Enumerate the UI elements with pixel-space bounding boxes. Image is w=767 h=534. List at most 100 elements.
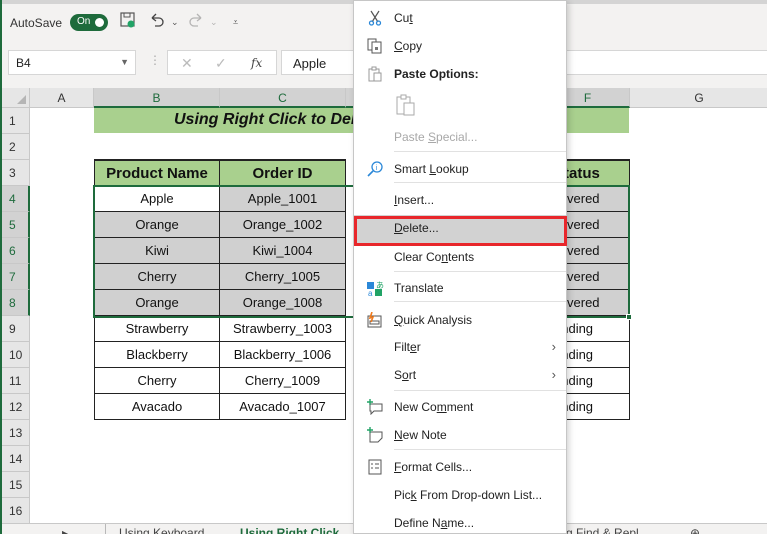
menu-accelerator-key: o	[402, 368, 409, 382]
row-header-12[interactable]: 12	[2, 394, 30, 420]
cell-product[interactable]: Orange	[94, 212, 220, 238]
header-product-name[interactable]: Product Name	[94, 159, 220, 186]
quick-analysis-icon	[366, 311, 384, 330]
row-header-6[interactable]: 6	[2, 238, 30, 264]
cell-order-id[interactable]: Cherry_1009	[220, 368, 346, 394]
cell-product[interactable]: Cherry	[94, 368, 220, 394]
insert-function-icon[interactable]: fx	[251, 56, 262, 70]
row-header-14[interactable]: 14	[2, 446, 30, 472]
menu-separator	[394, 390, 566, 391]
menu-accelerator-key: t	[409, 11, 413, 25]
menu-item-paste-options[interactable]: Paste Options:	[354, 61, 566, 89]
menu-label-text: ment	[446, 400, 474, 414]
redo-icon[interactable]	[188, 12, 204, 32]
undo-dropdown-icon[interactable]: ⌄	[171, 17, 179, 28]
column-header-g[interactable]: G	[630, 88, 767, 108]
menu-item-quick-analysis[interactable]: Quick Analysis	[354, 307, 566, 335]
cell-product[interactable]: Kiwi	[94, 238, 220, 264]
undo-icon[interactable]	[149, 12, 165, 32]
name-box-dropdown-icon[interactable]: ▼	[120, 57, 129, 67]
menu-item-copy[interactable]: Copy	[354, 33, 566, 61]
menu-item-smart-lookup[interactable]: i Smart Lookup	[354, 156, 566, 184]
redo-dropdown-icon[interactable]: ⌄	[210, 17, 218, 28]
cell-product[interactable]: Avacado	[94, 394, 220, 420]
formula-buttons: ✕ ✓ fx	[167, 50, 277, 75]
svg-text:i: i	[376, 165, 378, 172]
sheet-tab-using-keyboard[interactable]: Using Keyboard	[119, 526, 204, 534]
add-sheet-icon[interactable]: ⊕	[690, 526, 700, 534]
row-header-7[interactable]: 7	[2, 264, 30, 290]
sheet-tab-using-right-click[interactable]: Using Right Click	[240, 526, 339, 534]
row-header-11[interactable]: 11	[2, 368, 30, 394]
menu-item-sort[interactable]: Sort ›	[354, 362, 566, 390]
menu-accelerator-key: m	[436, 400, 447, 414]
menu-item-new-note[interactable]: New Note	[354, 422, 566, 450]
column-header-c[interactable]: C	[220, 88, 346, 108]
menu-item-label: Cut	[394, 11, 413, 25]
column-header-a[interactable]: A	[30, 88, 94, 108]
menu-label-text: me...	[447, 516, 475, 530]
cell-order-id[interactable]: Orange_1008	[220, 290, 346, 316]
row-header-1[interactable]: 1	[2, 108, 30, 134]
cell-product[interactable]: Strawberry	[94, 316, 220, 342]
menu-label-text: ormat Cells...	[401, 460, 473, 474]
menu-item-label: Clear Contents	[394, 250, 474, 264]
menu-label-text: nsert...	[397, 193, 435, 207]
menu-item-define-name[interactable]: Define Name...	[354, 510, 566, 534]
menu-label-text: S	[394, 368, 403, 382]
cell-product[interactable]: Cherry	[94, 264, 220, 290]
menu-item-filter[interactable]: Filter ›	[354, 334, 566, 362]
select-all-button[interactable]	[2, 88, 30, 108]
splitter-handle[interactable]: ⋮	[149, 53, 161, 67]
menu-label-text: Clear Co	[394, 250, 442, 264]
row-header-9[interactable]: 9	[2, 316, 30, 342]
menu-label-text: elete...	[402, 221, 439, 235]
save-icon[interactable]	[120, 12, 136, 32]
menu-item-new-comment[interactable]: New Comment	[354, 394, 566, 422]
row-header-3[interactable]: 3	[2, 160, 30, 186]
paste-button[interactable]	[354, 89, 566, 123]
cell-order-id[interactable]: Kiwi_1004	[220, 238, 346, 264]
menu-item-clear-contents[interactable]: Clear Contents	[354, 244, 566, 272]
menu-item-cut[interactable]: Cut	[354, 5, 566, 33]
fill-handle[interactable]	[626, 314, 632, 320]
excel-window: AutoSave On ⌄ ⌄ ⩡ B4 ▼ ⋮ ✕ ✓ fx Apple A …	[0, 0, 767, 534]
cell-product[interactable]: Orange	[94, 290, 220, 316]
row-header-8[interactable]: 8	[2, 290, 30, 316]
menu-accelerator-key: Q	[394, 313, 404, 327]
cancel-icon[interactable]: ✕	[181, 55, 193, 72]
toggle-knob	[95, 18, 104, 27]
enter-icon[interactable]: ✓	[215, 55, 227, 72]
select-all-icon	[17, 95, 26, 104]
cell-order-id[interactable]: Avacado_1007	[220, 394, 346, 420]
autosave-toggle[interactable]: On	[70, 14, 108, 31]
row-header-10[interactable]: 10	[2, 342, 30, 368]
cell-order-id[interactable]: Strawberry_1003	[220, 316, 346, 342]
row-header-16[interactable]: 16	[2, 498, 30, 524]
submenu-chevron-icon: ›	[551, 367, 556, 382]
formula-value: Apple	[293, 56, 327, 71]
column-header-b[interactable]: B	[94, 88, 220, 108]
tab-scroll-next-icon[interactable]: ▸	[62, 526, 68, 534]
menu-item-label: Translate	[394, 281, 444, 295]
customize-qat-icon[interactable]: ⩡	[233, 17, 238, 28]
cell-order-id[interactable]: Apple_1001	[220, 186, 346, 212]
row-header-5[interactable]: 5	[2, 212, 30, 238]
cell-order-id[interactable]: Orange_1002	[220, 212, 346, 238]
menu-item-pick-from-drop-down-list[interactable]: Pick From Drop-down List...	[354, 482, 566, 510]
row-header-15[interactable]: 15	[2, 472, 30, 498]
menu-item-insert[interactable]: Insert...	[354, 187, 566, 215]
header-order-id[interactable]: Order ID	[220, 159, 346, 186]
cell-product[interactable]: Blackberry	[94, 342, 220, 368]
cell-order-id[interactable]: Blackberry_1006	[220, 342, 346, 368]
menu-item-label: Delete...	[394, 221, 439, 235]
row-header-2[interactable]: 2	[2, 134, 30, 160]
row-header-13[interactable]: 13	[2, 420, 30, 446]
name-box[interactable]: B4 ▼	[8, 50, 136, 75]
menu-item-format-cells[interactable]: Format Cells...	[354, 454, 566, 482]
cell-product[interactable]: Apple	[94, 186, 220, 212]
menu-item-translate[interactable]: a あ Translate	[354, 275, 566, 303]
menu-item-delete[interactable]: Delete...	[354, 215, 566, 243]
cell-order-id[interactable]: Cherry_1005	[220, 264, 346, 290]
row-header-4[interactable]: 4	[2, 186, 30, 212]
